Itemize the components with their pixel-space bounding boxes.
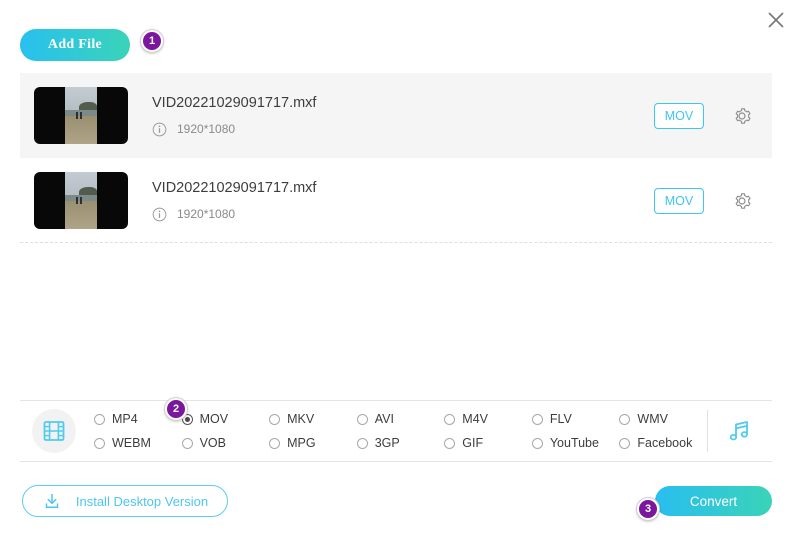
format-option-3gp[interactable]: 3GP [356, 436, 445, 450]
radio-icon [269, 437, 281, 449]
settings-button[interactable] [730, 189, 754, 213]
format-option-mkv[interactable]: MKV [269, 412, 357, 426]
step-badge-2: 2 [165, 398, 187, 420]
file-resolution: 1920*1080 [177, 207, 236, 221]
radio-icon [181, 437, 193, 449]
format-option-wmv[interactable]: WMV [619, 412, 707, 426]
gear-icon [735, 107, 751, 124]
radio-icon [531, 437, 543, 449]
row-format-button[interactable]: MOV [654, 187, 704, 214]
file-name: VID20221029091717.mxf [152, 94, 317, 111]
table-row[interactable]: VID20221029091717.mxf 1920*1080 MOV [20, 73, 772, 158]
row-format-button[interactable]: MOV [654, 102, 704, 129]
settings-button[interactable] [730, 104, 754, 128]
close-button[interactable] [762, 6, 790, 34]
converter-window: Add File 1 VID20221029091717.mxf 1920*10… [0, 0, 800, 534]
video-thumbnail [34, 172, 128, 229]
file-list: VID20221029091717.mxf 1920*1080 MOV VID2… [20, 73, 772, 243]
info-icon [152, 207, 167, 221]
radio-icon [619, 413, 631, 425]
radio-icon [444, 437, 456, 449]
table-row[interactable]: VID20221029091717.mxf 1920*1080 MOV [20, 158, 772, 243]
step-badge-1: 1 [141, 30, 163, 52]
music-note-icon [729, 421, 748, 441]
toolbar: Add File [20, 28, 130, 62]
gear-icon [735, 192, 751, 209]
file-resolution: 1920*1080 [177, 122, 236, 136]
format-option-m4v[interactable]: M4V [444, 412, 532, 426]
video-category-button[interactable] [32, 409, 76, 453]
video-thumbnail [34, 87, 128, 144]
add-file-button[interactable]: Add File [20, 29, 130, 61]
install-button-label: Install Desktop Version [75, 493, 209, 509]
radio-icon [444, 413, 456, 425]
format-option-youtube[interactable]: YouTube [531, 436, 620, 450]
file-info: VID20221029091717.mxf 1920*1080 [152, 95, 654, 137]
download-icon [42, 491, 62, 511]
info-icon [152, 122, 167, 136]
format-option-gif[interactable]: GIF [444, 436, 532, 450]
install-desktop-version-button[interactable]: Install Desktop Version [22, 485, 228, 517]
film-strip-icon [43, 421, 65, 441]
radio-icon [94, 437, 105, 449]
radio-icon [94, 413, 105, 425]
format-selector-panel: MP4 MOV MKV AVI M4V FLV WMV WEBM VOB MPG… [20, 400, 772, 462]
convert-button[interactable]: Convert [655, 486, 772, 516]
file-info: VID20221029091717.mxf 1920*1080 [152, 180, 654, 222]
format-options: MP4 MOV MKV AVI M4V FLV WMV WEBM VOB MPG… [94, 407, 707, 455]
format-option-mov[interactable]: MOV [181, 412, 270, 426]
format-option-flv[interactable]: FLV [531, 412, 620, 426]
radio-icon [619, 437, 631, 449]
format-option-facebook[interactable]: Facebook [619, 436, 707, 450]
radio-icon [356, 413, 368, 425]
file-name: VID20221029091717.mxf [152, 179, 317, 196]
radio-icon [356, 437, 368, 449]
format-option-vob[interactable]: VOB [181, 436, 270, 450]
format-option-webm[interactable]: WEBM [94, 436, 182, 450]
format-option-mpg[interactable]: MPG [269, 436, 357, 450]
step-badge-3: 3 [637, 498, 659, 520]
audio-category-button[interactable] [708, 416, 772, 446]
radio-icon [531, 413, 543, 425]
format-option-avi[interactable]: AVI [356, 412, 445, 426]
close-icon [768, 12, 784, 28]
radio-icon [269, 413, 281, 425]
